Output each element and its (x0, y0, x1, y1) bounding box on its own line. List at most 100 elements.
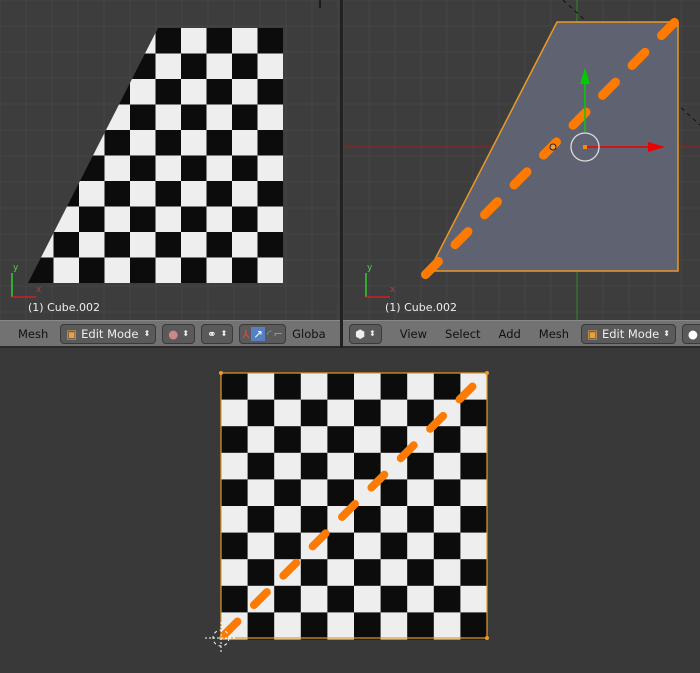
checker-cell (433, 585, 461, 613)
checker-cell (104, 181, 131, 207)
checker-cell (104, 53, 131, 80)
checker-cell (53, 104, 80, 131)
uv-vertex (219, 371, 223, 375)
checker-cell (354, 373, 382, 401)
checker-cell (274, 399, 302, 427)
checker-cell (79, 28, 105, 54)
left-3d-viewport[interactable]: (1) Cube.002 y x (0, 0, 340, 320)
rotate-icon[interactable]: ◜ (267, 327, 271, 341)
manipulator-toggle-icon[interactable]: ⅄ (242, 327, 249, 341)
checker-cell (53, 79, 80, 105)
mesh-edit-view (343, 0, 700, 320)
scale-icon[interactable]: ⌐ (274, 327, 284, 341)
checker-cell (130, 53, 156, 80)
checker-cell (460, 585, 488, 613)
checker-cell (354, 506, 382, 534)
checker-cell (79, 257, 105, 283)
checker-cell (407, 559, 435, 587)
checker-cell (274, 532, 302, 560)
mode-label: Edit Mode (81, 326, 139, 341)
menu-add[interactable]: Add (493, 327, 527, 341)
menu-mesh[interactable]: Mesh (533, 327, 575, 341)
updown-icon: ⬍ (220, 329, 228, 338)
checker-cell (206, 130, 233, 156)
checker-cell (221, 506, 249, 534)
checker-cell (53, 155, 80, 182)
checker-cell (221, 585, 249, 613)
checker-cell (460, 399, 488, 427)
checker-cell (407, 399, 435, 427)
checker-cell (221, 452, 249, 480)
checker-cell (380, 426, 408, 454)
checker-cell (433, 532, 461, 560)
menu-view[interactable]: View (394, 327, 433, 341)
checker-cell (79, 104, 105, 131)
checker-cell (460, 452, 488, 480)
shading-dropdown[interactable]: ●⬍ (681, 323, 700, 344)
checker-cell (247, 559, 275, 587)
checker-cell (327, 559, 355, 587)
checker-cell (130, 232, 156, 258)
menu-mesh[interactable]: Mesh (12, 327, 54, 341)
checker-cell (380, 373, 408, 401)
pivot-icon: ⚭ (207, 326, 217, 341)
checker-cell (300, 479, 328, 507)
edit-mode-icon: ▣ (66, 326, 78, 341)
mode-dropdown[interactable]: ▣ Edit Mode ⬍ (60, 323, 157, 344)
checker-cell (206, 206, 233, 233)
pivot-dropdown[interactable]: ⚭ ⬍ (201, 323, 234, 344)
right-3d-viewport[interactable]: (1) Cube.002 y x (343, 0, 700, 320)
checker-cell (257, 130, 283, 156)
checker-cell (130, 206, 156, 233)
checker-cell (232, 181, 258, 207)
checker-cell (300, 452, 328, 480)
checker-cell (433, 373, 461, 401)
checker-cell (327, 452, 355, 480)
checker-cell (433, 506, 461, 534)
checker-cell (155, 181, 182, 207)
right-viewport-header: ⬢⬍ View Select Add Mesh ▣Edit Mode⬍ ●⬍ (343, 320, 700, 348)
sphere-shading-icon: ● (168, 326, 179, 341)
translate-icon[interactable]: ↗ (251, 326, 266, 341)
checker-cell (327, 373, 355, 401)
checker-cell (155, 155, 182, 182)
checker-cell (206, 28, 233, 54)
checker-cell (79, 130, 105, 156)
checker-cell (155, 104, 182, 131)
checker-cell (79, 53, 105, 80)
checker-cell (206, 232, 233, 258)
checker-cell (247, 426, 275, 454)
checker-cell (155, 53, 182, 80)
checker-cell (433, 612, 461, 640)
mode-dropdown[interactable]: ▣ Edit Mode ⬍ (581, 323, 676, 344)
checker-cell (257, 79, 283, 105)
checker-cell (257, 206, 283, 233)
uv-vertex (485, 371, 489, 375)
sphere-shading-icon: ● (687, 326, 698, 341)
checker-cell (247, 452, 275, 480)
checker-cell (327, 426, 355, 454)
checker-cell (380, 532, 408, 560)
checker-cell (28, 206, 54, 233)
shading-dropdown[interactable]: ●⬍ (162, 323, 196, 344)
checker-cell (247, 532, 275, 560)
checker-cell (104, 257, 131, 283)
editor-type-dropdown[interactable]: ⬢ ⬍ (349, 323, 382, 344)
checker-cell (274, 426, 302, 454)
axis-y-label: y (367, 263, 373, 273)
checker-cell (274, 585, 302, 613)
checker-cell (181, 181, 207, 207)
checker-cell (300, 426, 328, 454)
checker-cell (407, 479, 435, 507)
checker-cell (206, 53, 233, 80)
checker-cell (327, 585, 355, 613)
checker-cell (380, 612, 408, 640)
menu-select[interactable]: Select (439, 327, 486, 341)
orientation-dropdown[interactable]: Globa (292, 327, 326, 341)
checker-cell (130, 104, 156, 131)
checker-cell (28, 130, 54, 156)
checker-cell (354, 399, 382, 427)
checker-cell (206, 79, 233, 105)
checker-cell (130, 155, 156, 182)
uv-image-editor[interactable] (0, 348, 700, 673)
